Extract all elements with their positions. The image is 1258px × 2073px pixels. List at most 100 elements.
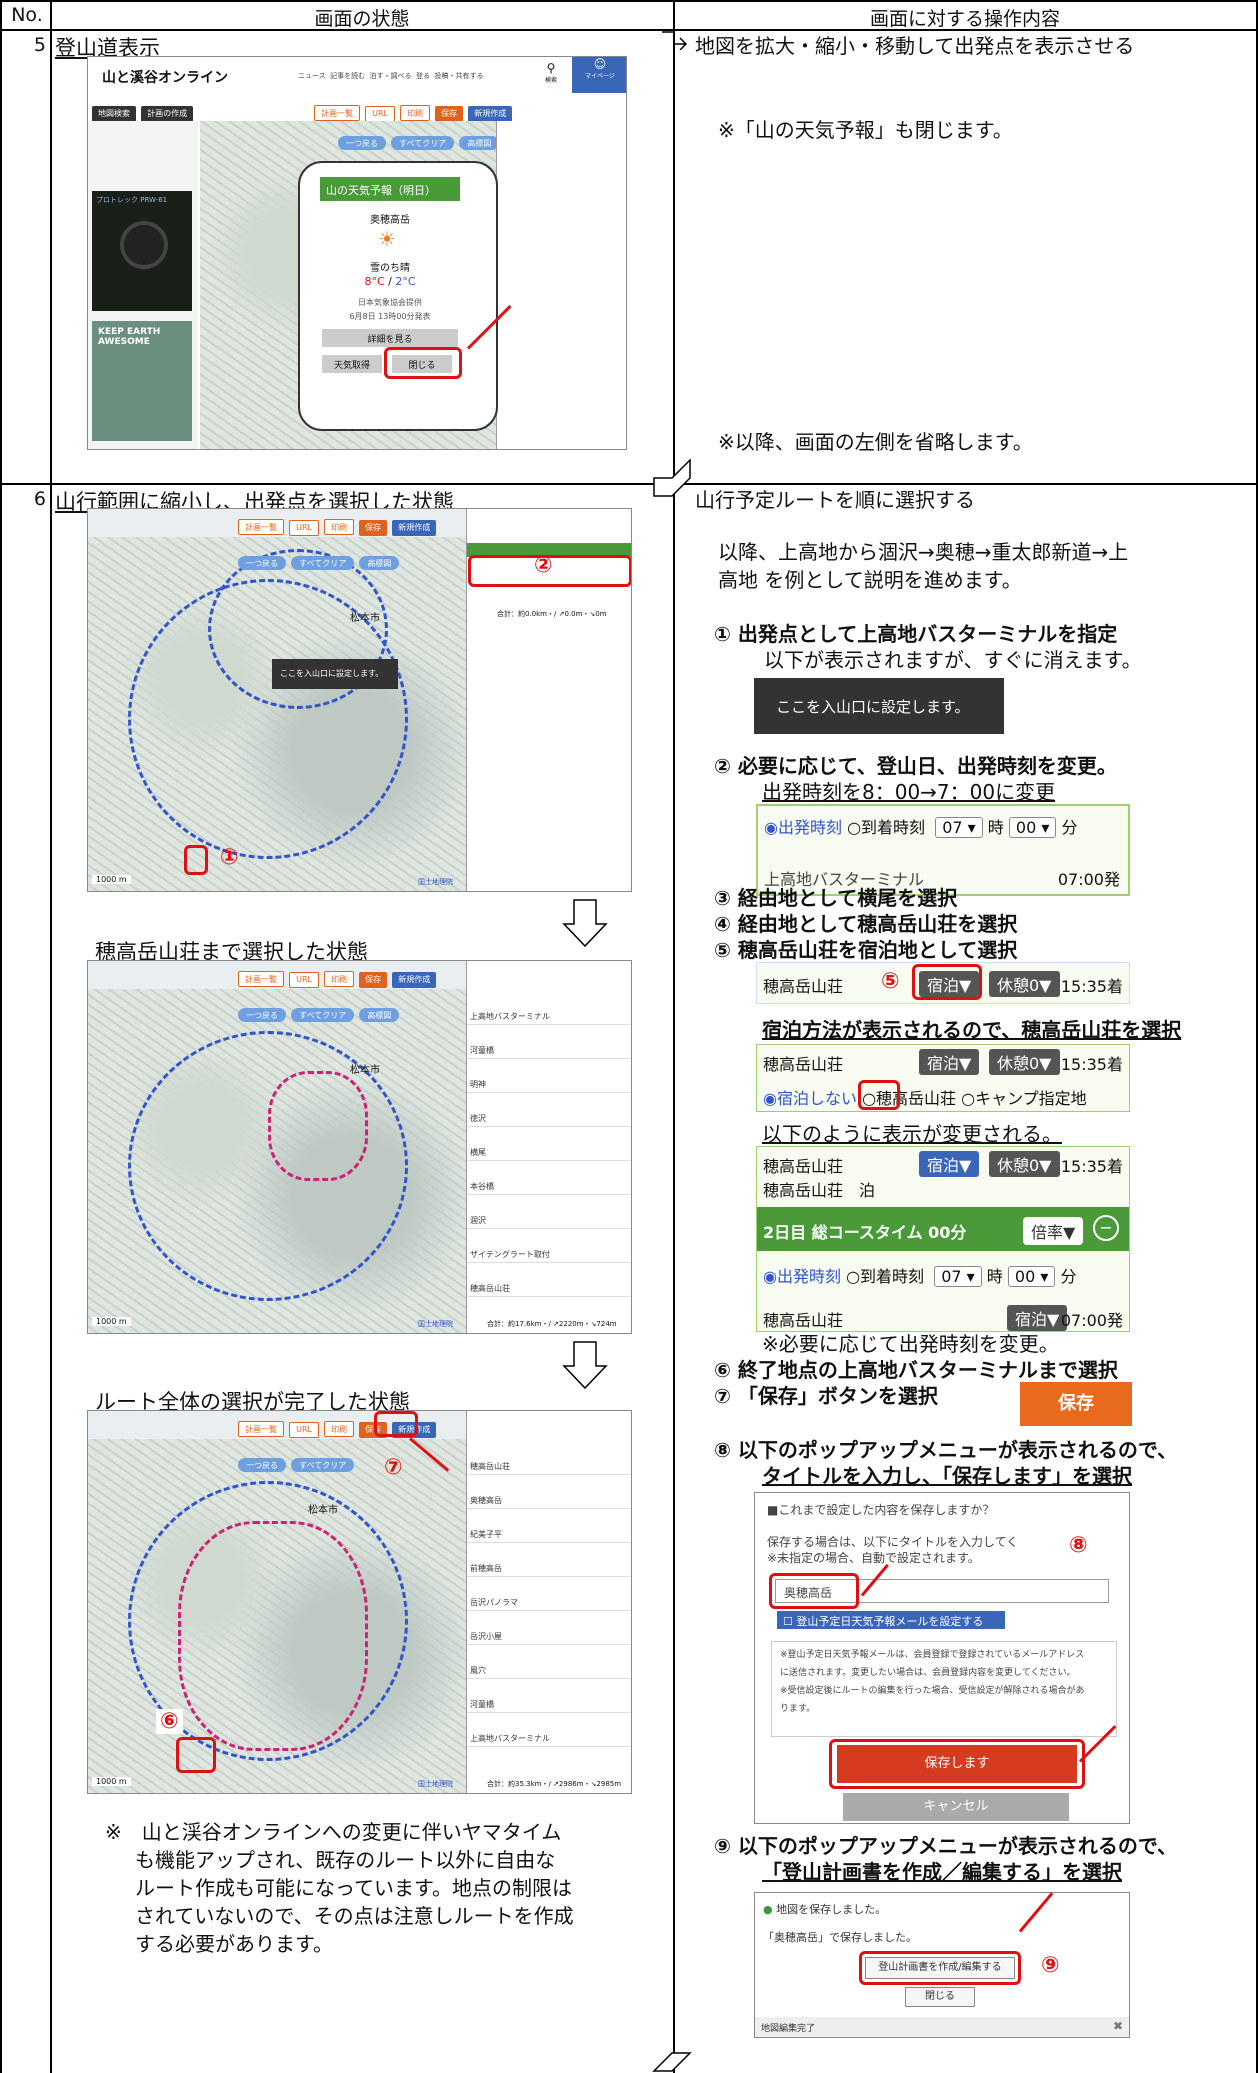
save-button[interactable]: 保存: [435, 106, 464, 122]
toolbar: 計画一覧 URL 印刷 保存 新規作成: [238, 967, 437, 988]
list-item[interactable]: 上高地バスターミナル: [467, 1011, 631, 1025]
undo-button[interactable]: 一つ戻る: [338, 136, 386, 150]
plan-list-button[interactable]: 計画一覧: [314, 105, 360, 121]
url-button[interactable]: URL: [289, 972, 319, 988]
hour-select[interactable]: 07 ▾: [935, 817, 983, 838]
nav-item[interactable]: 登る: [416, 72, 430, 80]
highlight-stay: [912, 964, 982, 1000]
list-item[interactable]: 横尾: [467, 1147, 631, 1161]
rest-button[interactable]: 休憩0▼: [989, 1151, 1060, 1177]
collapse-icon[interactable]: −: [1093, 1215, 1119, 1241]
stay-button[interactable]: 宿泊▼: [1007, 1305, 1068, 1331]
print-button[interactable]: 印刷: [324, 1421, 355, 1437]
cancel-button[interactable]: キャンセル: [843, 1793, 1069, 1821]
stay-button[interactable]: 宿泊▼: [919, 1151, 980, 1177]
nav-item[interactable]: ニュース: [298, 72, 326, 80]
undo-button[interactable]: 一つ戻る: [238, 556, 286, 570]
depart-radio[interactable]: ◉出発時刻: [764, 818, 842, 837]
step-8-sub: タイトルを入力し、「保存します」を選択: [762, 1464, 1132, 1488]
rest-button[interactable]: 休憩0▼: [989, 1049, 1060, 1075]
save-button[interactable]: 保存: [359, 520, 388, 536]
list-item[interactable]: 河童橋: [467, 1045, 631, 1059]
elevation-button[interactable]: 高標図: [359, 1008, 400, 1022]
new-button[interactable]: 新規作成: [392, 520, 437, 536]
mypage-button[interactable]: ☺ マイページ: [572, 57, 626, 93]
footnote: ※ 山と渓谷オンラインへの変更に伴いヤマタイム も機能アップされ、既存のルート以…: [105, 1820, 574, 1956]
plan-list-button[interactable]: 計画一覧: [238, 971, 284, 987]
nav-item[interactable]: 記事を読む: [330, 72, 365, 80]
save-button-sample[interactable]: 保存: [1020, 1382, 1132, 1426]
print-button[interactable]: 印刷: [324, 519, 355, 535]
weather-get-button[interactable]: 天気取得: [322, 355, 382, 373]
list-item[interactable]: 風穴: [467, 1665, 631, 1679]
list-item[interactable]: 岳沢小屋: [467, 1631, 631, 1645]
nav-item[interactable]: 投稿・共有する: [434, 72, 483, 80]
step-2-sub: 出発時刻を8：00→7：00に変更: [762, 780, 1056, 804]
camp-radio[interactable]: ○キャンプ指定地: [961, 1089, 1086, 1108]
new-button[interactable]: 新規作成: [392, 972, 437, 988]
stay-button[interactable]: 宿泊▼: [919, 1049, 980, 1075]
elevation-button[interactable]: 高標図: [459, 136, 500, 150]
print-button[interactable]: 印刷: [324, 971, 355, 987]
clear-button[interactable]: すべてクリア: [391, 136, 455, 150]
plan-list-button[interactable]: 計画一覧: [238, 1421, 284, 1437]
url-button[interactable]: URL: [365, 106, 395, 122]
plan-list-button[interactable]: 計画一覧: [238, 519, 284, 535]
list-item[interactable]: 明神: [467, 1079, 631, 1093]
print-button[interactable]: 印刷: [400, 105, 431, 121]
minute-select[interactable]: 00 ▾: [1008, 817, 1057, 838]
list-item[interactable]: 本谷橋: [467, 1181, 631, 1195]
list-item[interactable]: 奥穂高岳: [467, 1495, 631, 1509]
tab-plan[interactable]: 計画の作成: [141, 106, 194, 122]
mail-checkbox[interactable]: ☐ 登山予定日天気予報メールを設定する: [777, 1611, 1005, 1629]
depart-radio[interactable]: ◉出発時刻: [763, 1267, 841, 1286]
route-line-selected: [268, 1071, 368, 1181]
list-item[interactable]: 徳沢: [467, 1113, 631, 1127]
elevation-button[interactable]: 高標図: [359, 556, 400, 570]
list-item[interactable]: 紀美子平: [467, 1529, 631, 1543]
route-panel: 上高地バスターミナル 河童橋 明神 徳沢 横尾 本谷橋 涸沢 ザイテングラート取…: [466, 961, 631, 1333]
list-item[interactable]: 河童橋: [467, 1699, 631, 1713]
stay-sub: 穂高岳山荘 泊: [763, 1181, 876, 1200]
save-button[interactable]: 保存: [359, 972, 388, 988]
save-instruction: ※未指定の場合、自動で設定されます。: [767, 1551, 980, 1565]
ad-watch[interactable]: プロトレック PRW-61: [92, 191, 192, 311]
list-item[interactable]: 上高地バスターミナル: [467, 1733, 631, 1747]
no-stay-radio[interactable]: ◉宿泊しない: [763, 1089, 857, 1108]
step-marker: ⑧: [1069, 1533, 1088, 1558]
ad-keep-earth[interactable]: KEEP EARTH AWESOME: [92, 321, 192, 441]
start-time: 07:00発: [1057, 870, 1120, 889]
list-item[interactable]: 岳沢パノラマ: [467, 1597, 631, 1611]
attribution: 国土地理院: [418, 878, 453, 886]
list-item[interactable]: 穂高岳山荘: [467, 1461, 631, 1475]
minute-select[interactable]: 00 ▾: [1007, 1266, 1056, 1287]
stay-place: 穂高岳山荘: [763, 1055, 844, 1074]
close-button[interactable]: 閉じる: [905, 1987, 975, 2007]
undo-button[interactable]: 一つ戻る: [238, 1008, 286, 1022]
list-item[interactable]: 前穂高岳: [467, 1563, 631, 1577]
tab-map-search[interactable]: 地図検索: [92, 106, 136, 122]
arrive-radio[interactable]: ○到着時刻: [847, 818, 925, 837]
save-dialog: ■これまで設定した内容を保存しますか？ 保存する場合は、以下にタイトルを入力して…: [754, 1492, 1130, 1824]
nav-item[interactable]: 泊す・調べる: [370, 72, 412, 80]
undo-button[interactable]: 一つ戻る: [238, 1458, 286, 1472]
weather-detail-button[interactable]: 詳細を見る: [322, 329, 458, 347]
snow-sun-icon: ☀: [378, 227, 396, 251]
clear-button[interactable]: すべてクリア: [291, 556, 355, 570]
ratio-button[interactable]: 倍率▼: [1023, 1217, 1084, 1245]
url-button[interactable]: URL: [289, 1422, 319, 1438]
list-item[interactable]: ザイテングラート取付: [467, 1249, 631, 1263]
list-item[interactable]: 穂高岳山荘: [467, 1283, 631, 1297]
close-icon[interactable]: ✖: [1113, 2019, 1123, 2033]
rest-button[interactable]: 休憩0▼: [989, 971, 1060, 997]
list-item[interactable]: 涸沢: [467, 1215, 631, 1229]
search-icon[interactable]: ⚲ 検索: [536, 61, 566, 95]
clear-button[interactable]: すべてクリア: [291, 1008, 355, 1022]
clear-button[interactable]: すべてクリア: [291, 1458, 355, 1472]
new-button[interactable]: 新規作成: [468, 106, 513, 122]
hour-select[interactable]: 07 ▾: [934, 1266, 982, 1287]
site-nav: ニュース 記事を読む 泊す・調べる 登る 投稿・共有する: [298, 71, 483, 81]
url-button[interactable]: URL: [289, 520, 319, 536]
arrive-radio[interactable]: ○到着時刻: [846, 1267, 924, 1286]
step-5-sub: 宿泊方法が表示されるので、穂高岳山荘を選択: [762, 1018, 1182, 1042]
